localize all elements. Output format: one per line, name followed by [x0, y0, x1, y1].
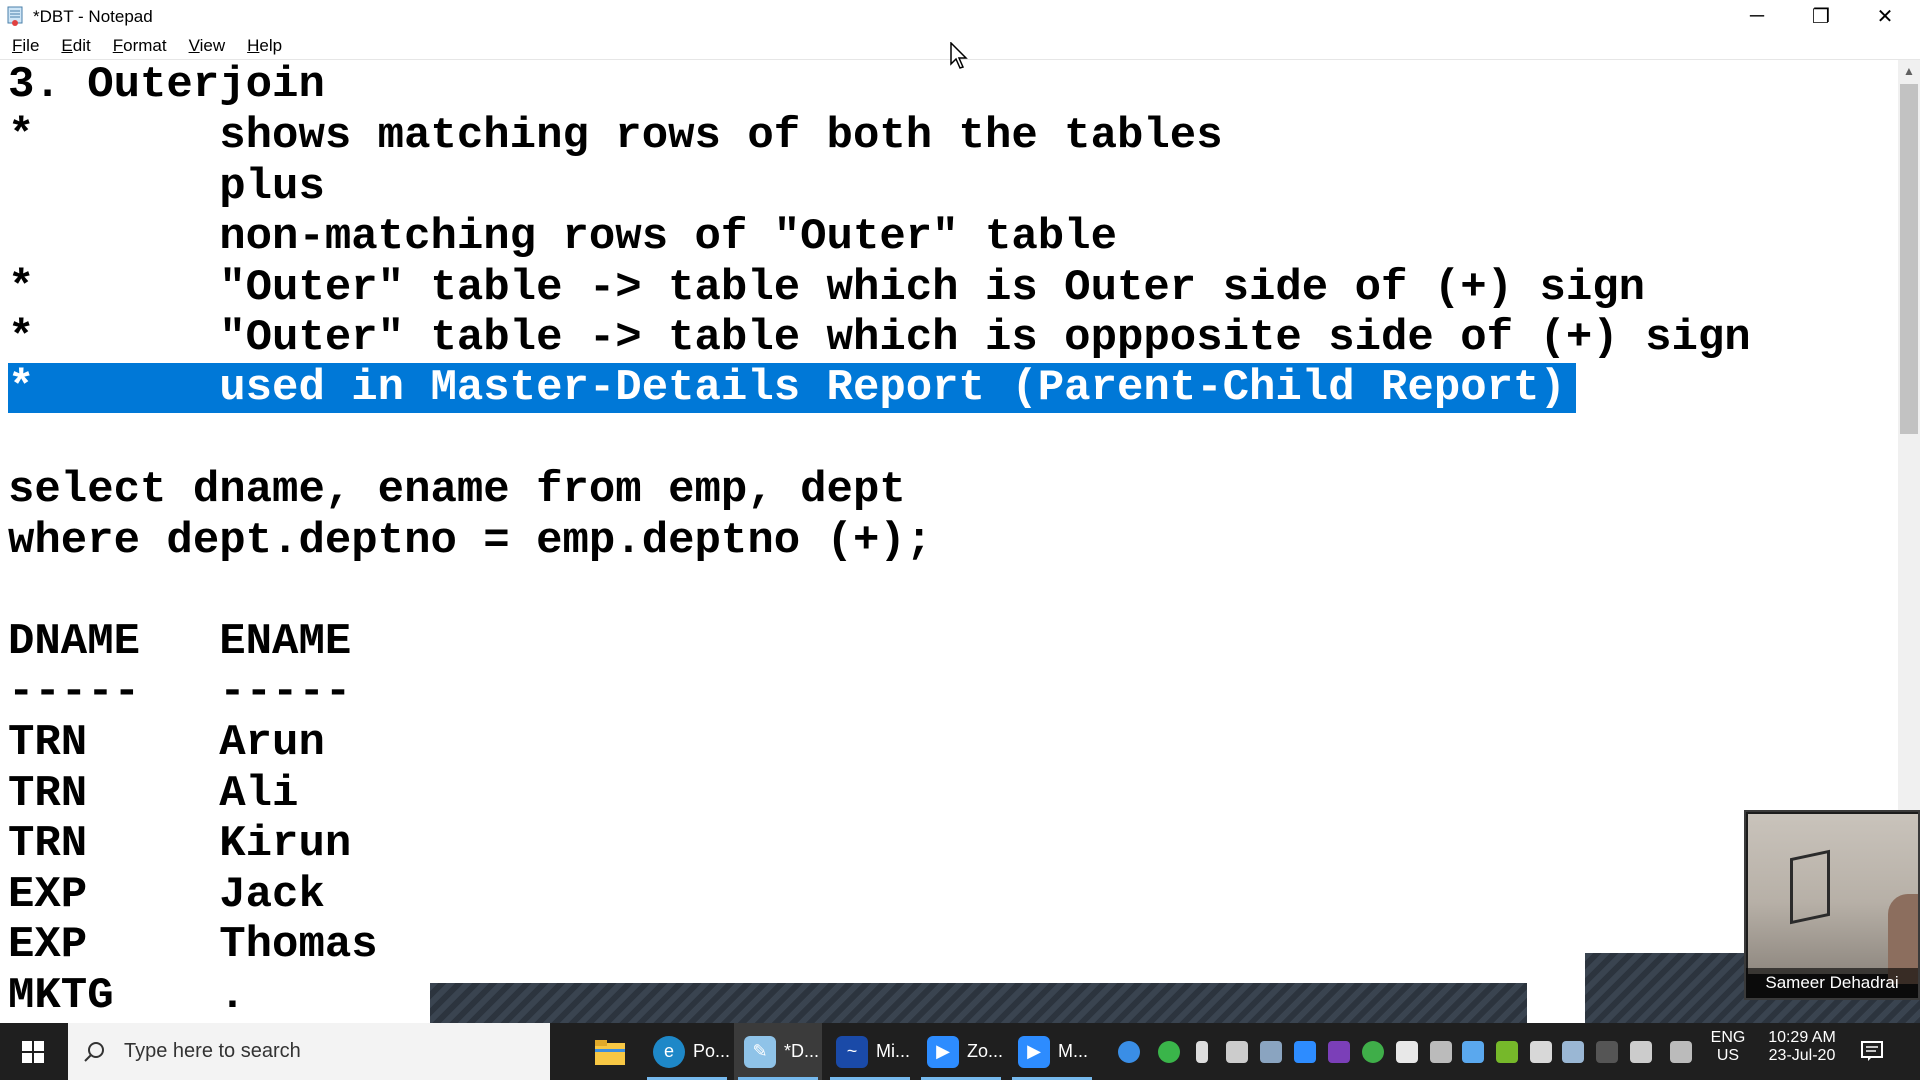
battery-icon[interactable] — [1226, 1041, 1248, 1063]
windows-logo-icon — [22, 1040, 44, 1063]
editor-line: * "Outer" table -> table which is opppos… — [8, 313, 1751, 363]
scroll-thumb[interactable] — [1900, 84, 1918, 434]
taskbar-app-label: Mi... — [876, 1041, 910, 1061]
language-code: ENG — [1710, 1029, 1746, 1046]
taskbar-app-zoom-meeting[interactable]: ▶ M... — [1008, 1023, 1096, 1080]
folder-icon — [595, 1039, 625, 1065]
text-editor[interactable]: 3. Outerjoin * shows matching rows of bo… — [0, 60, 1898, 1020]
editor-line: TRN Arun — [8, 718, 325, 768]
editor-line: select dname, ename from emp, dept — [8, 465, 906, 515]
editor-line-selected: * used in Master-Details Report (Parent-… — [8, 363, 1576, 413]
menu-help[interactable]: Help — [245, 36, 284, 56]
editor-line: TRN Ali — [8, 769, 299, 819]
editor-line: DNAME ENAME — [8, 617, 352, 667]
notepad-app-icon — [7, 6, 23, 26]
steam-icon[interactable] — [1260, 1041, 1282, 1063]
window-title: *DBT - Notepad — [33, 7, 153, 26]
taskbar: Type here to search e Po... ✎ *D... ~ Mi… — [0, 1023, 1920, 1080]
editor-line: EXP Jack — [8, 870, 325, 920]
editor-line: MKTG . — [8, 971, 246, 1020]
nvidia-icon[interactable] — [1496, 1041, 1518, 1063]
whiteboard-icon: ~ — [836, 1035, 868, 1068]
pen-workspace-icon[interactable] — [1670, 1041, 1692, 1063]
editor-line: where dept.deptno = emp.deptno (+); — [8, 516, 933, 566]
taskbar-file-explorer[interactable] — [580, 1023, 640, 1080]
minimize-button[interactable]: ─ — [1726, 0, 1788, 32]
taskbar-app-label: *D... — [784, 1041, 820, 1061]
start-button[interactable] — [0, 1023, 66, 1080]
taskbar-search[interactable]: Type here to search — [68, 1023, 550, 1080]
taskbar-app-label: Zo... — [967, 1041, 1004, 1061]
microphone-icon[interactable] — [1196, 1041, 1208, 1063]
menu-file[interactable]: File — [10, 36, 41, 56]
editor-line: EXP Thomas — [8, 920, 378, 970]
title-bar: *DBT - Notepad ─ ❐ ✕ — [0, 0, 1920, 32]
editor-line: non-matching rows of "Outer" table — [8, 212, 1117, 262]
device-icon[interactable] — [1530, 1041, 1552, 1063]
update-icon[interactable] — [1362, 1041, 1384, 1063]
wifi-icon[interactable] — [1430, 1041, 1452, 1063]
language-indicator[interactable]: ENG US — [1708, 1029, 1748, 1065]
clock-time: 10:29 AM — [1768, 1029, 1836, 1046]
edge-icon: e — [653, 1035, 685, 1068]
close-button[interactable]: ✕ — [1854, 0, 1916, 32]
clock[interactable]: 10:29 AM 23-Jul-20 — [1758, 1029, 1846, 1065]
search-icon — [84, 1041, 104, 1062]
editor-line: ----- ----- — [8, 667, 352, 717]
editor-line: TRN Kirun — [8, 819, 352, 869]
taskbar-app-notepad[interactable]: ✎ *D... — [734, 1023, 822, 1080]
volume-icon[interactable] — [1630, 1041, 1652, 1063]
scroll-up-arrow-icon[interactable]: ▲ — [1898, 60, 1920, 82]
taskbar-app-edge[interactable]: e Po... — [643, 1023, 731, 1080]
help-icon[interactable] — [1118, 1041, 1140, 1063]
editor-line: plus — [8, 162, 325, 212]
pen-tray-icon[interactable] — [1562, 1041, 1584, 1063]
region-code: US — [1716, 1047, 1740, 1064]
maximize-button[interactable]: ❐ — [1790, 0, 1852, 32]
participant-video[interactable]: Sameer Dehadrai — [1744, 810, 1920, 1000]
zoom-icon: ▶ — [927, 1035, 959, 1068]
zoom-tray-icon[interactable] — [1294, 1041, 1316, 1063]
snowflake-icon[interactable] — [1462, 1041, 1484, 1063]
participant-name: Sameer Dehadrai — [1746, 968, 1918, 998]
onenote-icon[interactable] — [1328, 1041, 1350, 1063]
taskbar-app-whiteboard[interactable]: ~ Mi... — [826, 1023, 914, 1080]
search-placeholder: Type here to search — [124, 1040, 301, 1062]
menu-view[interactable]: View — [187, 36, 228, 56]
menu-format[interactable]: Format — [111, 36, 169, 56]
taskbar-app-zoom[interactable]: ▶ Zo... — [917, 1023, 1005, 1080]
editor-line: 3. Outerjoin — [8, 60, 325, 110]
minimize-icon: ─ — [1749, 4, 1765, 27]
editor-line: * "Outer" table -> table which is Outer … — [8, 263, 1646, 313]
zoom-meeting-icon: ▶ — [1018, 1035, 1050, 1068]
editor-line: * shows matching rows of both the tables — [8, 111, 1223, 161]
taskbar-app-label: M... — [1058, 1041, 1088, 1061]
shield-icon[interactable] — [1396, 1041, 1418, 1063]
taskbar-app-label: Po... — [693, 1041, 731, 1061]
notepad-icon: ✎ — [744, 1035, 776, 1068]
bluetooth-icon[interactable] — [1596, 1041, 1618, 1063]
screen-share-bar — [430, 983, 1527, 1023]
picture-frame — [1790, 849, 1830, 925]
menu-edit[interactable]: Edit — [59, 36, 92, 56]
close-icon: ✕ — [1876, 5, 1894, 28]
mouse-cursor-icon — [950, 42, 968, 69]
security-check-icon[interactable] — [1158, 1041, 1180, 1063]
clock-date: 23-Jul-20 — [1768, 1047, 1836, 1064]
video-feed — [1748, 814, 1918, 984]
restore-icon: ❐ — [1812, 5, 1830, 28]
notification-icon[interactable] — [1860, 1039, 1884, 1063]
